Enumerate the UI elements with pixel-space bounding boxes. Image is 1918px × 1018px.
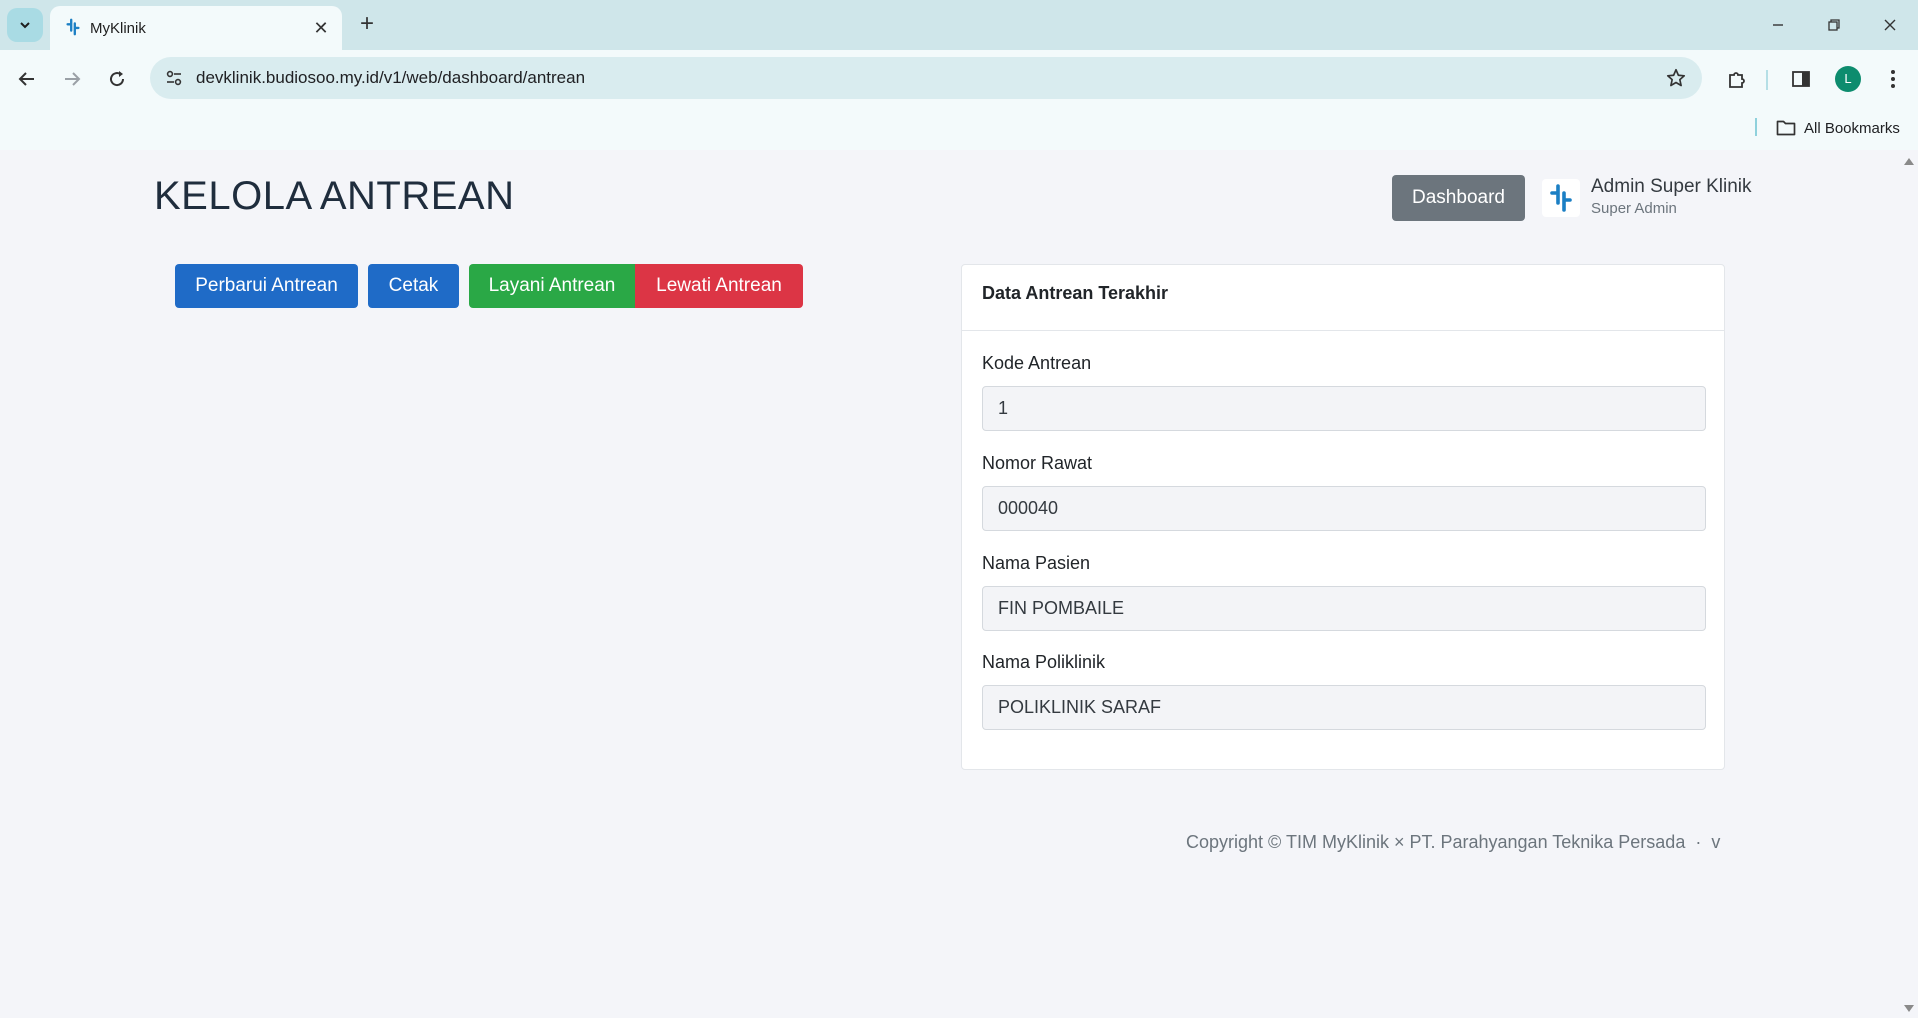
side-panel-button[interactable] — [1784, 62, 1818, 96]
dashboard-button[interactable]: Dashboard — [1392, 175, 1525, 221]
folder-icon — [1776, 120, 1796, 136]
bookmarks-bar: All Bookmarks — [0, 108, 1918, 150]
page-content: KELOLA ANTREAN Dashboard Admin Super Kli… — [0, 150, 1900, 1018]
new-tab-button[interactable]: + — [353, 10, 381, 38]
forward-button[interactable] — [55, 62, 89, 96]
minimize-button[interactable] — [1760, 8, 1796, 42]
side-panel-icon — [1792, 71, 1810, 87]
card-title: Data Antrean Terakhir — [962, 265, 1724, 331]
myklinik-logo-icon — [1550, 184, 1572, 212]
browser-tab-bar: MyKlinik ✕ + — [0, 0, 1918, 50]
care-number-field[interactable] — [982, 486, 1706, 531]
polyclinic-name-field[interactable] — [982, 685, 1706, 730]
all-bookmarks-button[interactable]: All Bookmarks — [1776, 116, 1900, 140]
user-name[interactable]: Admin Super Klinik — [1591, 176, 1752, 198]
arrow-left-icon — [18, 72, 34, 86]
more-vertical-icon — [1891, 70, 1895, 88]
skip-queue-button[interactable]: Lewati Antrean — [635, 264, 803, 308]
queue-code-label: Kode Antrean — [982, 353, 1092, 373]
tab-search-button[interactable] — [7, 8, 43, 42]
profile-avatar[interactable]: L — [1835, 66, 1861, 92]
bookmark-star-button[interactable] — [1664, 66, 1688, 90]
last-queue-card: Data Antrean Terakhir Kode Antrean Nomor… — [961, 264, 1725, 770]
scroll-up-arrow-icon[interactable] — [1904, 158, 1914, 165]
all-bookmarks-label: All Bookmarks — [1804, 119, 1900, 137]
care-number-label: Nomor Rawat — [982, 453, 1093, 473]
site-settings-icon[interactable] — [164, 68, 184, 88]
footer-copyright: Copyright © TIM MyKlinik × PT. Parahyang… — [1186, 832, 1721, 852]
minimize-icon — [1773, 24, 1783, 26]
close-icon — [1884, 19, 1896, 31]
browser-tab[interactable]: MyKlinik ✕ — [50, 6, 342, 50]
page-scrollbar[interactable] — [1900, 150, 1918, 1018]
patient-name-label: Nama Pasien — [982, 553, 1091, 573]
update-queue-button[interactable]: Perbarui Antrean — [175, 264, 358, 308]
close-tab-icon[interactable]: ✕ — [310, 17, 332, 39]
arrow-right-icon — [65, 72, 81, 86]
puzzle-icon — [1729, 72, 1745, 88]
restore-button[interactable] — [1816, 8, 1852, 42]
chevron-down-icon — [20, 22, 30, 29]
browser-menu-button[interactable] — [1876, 62, 1910, 96]
myklinik-favicon-icon — [66, 18, 80, 36]
user-role: Super Admin — [1591, 200, 1677, 217]
tab-title: MyKlinik — [90, 20, 146, 37]
close-window-button[interactable] — [1872, 8, 1908, 42]
serve-queue-button[interactable]: Layani Antrean — [469, 264, 635, 308]
restore-icon — [1828, 19, 1840, 31]
print-button[interactable]: Cetak — [368, 264, 459, 308]
patient-name-field[interactable] — [982, 586, 1706, 631]
polyclinic-name-label: Nama Poliklinik — [982, 652, 1106, 672]
toolbar-separator — [1766, 70, 1768, 90]
extensions-button[interactable] — [1720, 62, 1754, 96]
bookmarks-separator — [1755, 118, 1757, 136]
back-button[interactable] — [10, 62, 44, 96]
page-title: KELOLA ANTREAN — [154, 174, 515, 218]
scroll-down-arrow-icon[interactable] — [1904, 1005, 1914, 1012]
reload-icon — [110, 71, 125, 87]
browser-toolbar: devklinik.budiosoo.my.id/v1/web/dashboar… — [0, 50, 1918, 108]
user-avatar[interactable] — [1542, 179, 1580, 217]
url-text: devklinik.budiosoo.my.id/v1/web/dashboar… — [196, 68, 586, 87]
address-bar[interactable]: devklinik.budiosoo.my.id/v1/web/dashboar… — [150, 57, 1702, 99]
reload-button[interactable] — [100, 62, 134, 96]
star-icon — [1666, 68, 1686, 87]
queue-code-field[interactable] — [982, 386, 1706, 431]
